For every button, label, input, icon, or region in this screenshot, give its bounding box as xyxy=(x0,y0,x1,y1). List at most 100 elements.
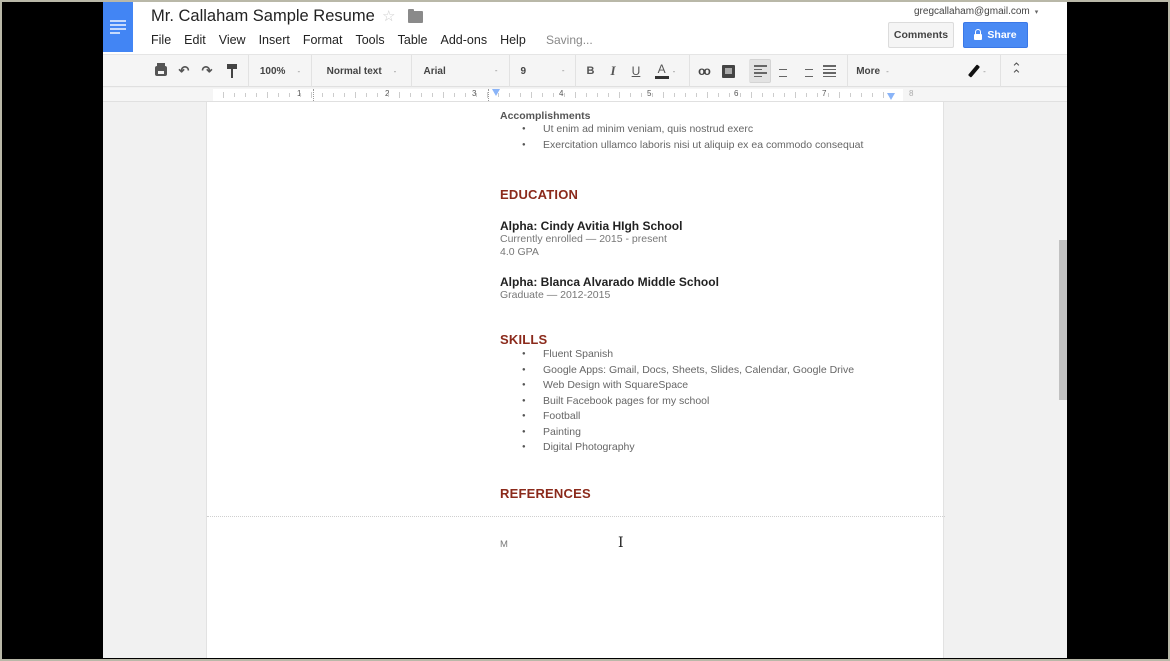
menu-bar: File Edit View Insert Format Tools Table… xyxy=(151,33,539,47)
ruler-tick xyxy=(355,92,356,98)
page-break-divider xyxy=(207,516,945,517)
accomplishments-list: Ut enim ad minim veniam, quis nostrud ex… xyxy=(522,122,920,153)
ruler-tick xyxy=(773,93,774,97)
editing-mode-button[interactable]: - xyxy=(961,55,997,87)
typed-text[interactable]: M xyxy=(500,539,920,550)
align-left-button[interactable] xyxy=(749,59,771,83)
column-divider[interactable] xyxy=(488,89,490,101)
header: Mr. Callaham Sample Resume ☆ File Edit V… xyxy=(103,2,1067,54)
ruler-tick xyxy=(322,93,323,97)
menu-add-ons[interactable]: Add-ons xyxy=(441,33,488,47)
list-item: Ut enim ad minim veniam, quis nostrud ex… xyxy=(522,122,920,138)
text-color-button[interactable]: A - xyxy=(649,55,681,87)
underline-button[interactable]: U xyxy=(626,55,646,87)
ruler-tick xyxy=(619,92,620,98)
menu-edit[interactable]: Edit xyxy=(184,33,206,47)
text-cursor-icon: I xyxy=(618,535,624,551)
document-content[interactable]: Accomplishments Ut enim ad minim veniam,… xyxy=(500,102,920,550)
ruler-tick xyxy=(828,93,829,97)
insert-link-button[interactable]: oo xyxy=(689,55,717,87)
list-item: Football xyxy=(522,409,920,425)
ruler-tick xyxy=(575,92,576,98)
ruler-tick xyxy=(663,92,664,98)
link-icon: oo xyxy=(698,64,711,78)
paint-format-button[interactable] xyxy=(224,55,240,87)
document-page[interactable]: Accomplishments Ut enim ad minim veniam,… xyxy=(206,102,945,658)
scrollbar-thumb[interactable] xyxy=(1059,240,1067,400)
bold-button[interactable]: B xyxy=(575,55,605,87)
menu-format[interactable]: Format xyxy=(303,33,343,47)
account-menu[interactable]: gregcallaham@gmail.com ▾ xyxy=(914,6,1038,17)
ruler-track[interactable]: 1 2 3 4 5 6 7 8 xyxy=(213,89,913,101)
ruler-tick xyxy=(608,93,609,97)
right-indent-marker[interactable] xyxy=(887,93,895,100)
comments-button[interactable]: Comments xyxy=(888,22,954,48)
share-label: Share xyxy=(987,29,1017,41)
menu-tools[interactable]: Tools xyxy=(355,33,384,47)
insert-comment-button[interactable] xyxy=(717,55,739,87)
justify-button[interactable] xyxy=(818,55,840,87)
list-item: Built Facebook pages for my school xyxy=(522,394,920,410)
ruler-tick xyxy=(344,93,345,97)
ruler-tick xyxy=(707,92,708,98)
font-value: Arial xyxy=(423,65,446,77)
style-select[interactable]: Normal text - xyxy=(311,55,411,87)
ruler[interactable]: 1 2 3 4 5 6 7 8 xyxy=(103,88,1067,102)
align-center-button[interactable] xyxy=(772,55,794,87)
ruler-number: 7 xyxy=(822,89,827,98)
font-size-select[interactable]: 9- xyxy=(509,55,575,87)
ruler-tick xyxy=(817,93,818,97)
ruler-tick xyxy=(861,93,862,97)
ruler-tick xyxy=(399,92,400,98)
paint-format-icon xyxy=(227,64,237,78)
ruler-tick xyxy=(300,93,301,97)
redo-button[interactable]: ↷ xyxy=(198,55,216,87)
ruler-tick xyxy=(388,93,389,97)
folder-icon[interactable] xyxy=(408,9,423,23)
ruler-tick xyxy=(487,92,488,98)
comment-icon xyxy=(721,64,735,78)
italic-button[interactable]: I xyxy=(603,55,623,87)
undo-icon: ↶ xyxy=(178,63,190,78)
ruler-tick xyxy=(267,92,268,98)
chevron-down-icon: - xyxy=(886,66,889,76)
ruler-tick xyxy=(883,92,884,98)
docs-home-icon[interactable] xyxy=(103,2,133,52)
menu-help[interactable]: Help xyxy=(500,33,526,47)
more-button[interactable]: More - xyxy=(847,55,897,87)
ruler-tick xyxy=(762,93,763,97)
ruler-tick xyxy=(311,92,312,98)
font-select[interactable]: Arial - xyxy=(411,55,509,87)
list-item: Digital Photography xyxy=(522,440,920,456)
school-name: Alpha: Blanca Alvarado Middle School xyxy=(500,275,719,289)
school-name: Alpha: Cindy Avitia HIgh School xyxy=(500,219,683,233)
ruler-tick xyxy=(674,93,675,97)
align-right-button[interactable] xyxy=(795,55,817,87)
ruler-tick xyxy=(729,93,730,97)
menu-view[interactable]: View xyxy=(219,33,246,47)
ruler-tick xyxy=(806,93,807,97)
chevron-down-icon: - xyxy=(983,66,986,76)
star-icon[interactable]: ☆ xyxy=(382,7,395,25)
share-button[interactable]: Share xyxy=(963,22,1028,48)
account-caret-icon: ▾ xyxy=(1034,9,1039,16)
ruler-tick xyxy=(641,93,642,97)
collapse-menus-button[interactable]: ⌃ ⌃ xyxy=(1000,55,1032,87)
list-item: Painting xyxy=(522,425,920,441)
menu-file[interactable]: File xyxy=(151,33,171,47)
ruler-tick xyxy=(520,93,521,97)
skills-heading: SKILLS xyxy=(500,332,548,347)
ruler-tick xyxy=(751,92,752,98)
column-divider[interactable] xyxy=(313,89,315,101)
menu-table[interactable]: Table xyxy=(398,33,428,47)
ruler-tick xyxy=(652,93,653,97)
zoom-select[interactable]: 100% - xyxy=(248,55,311,87)
print-button[interactable] xyxy=(152,55,170,87)
ruler-tick xyxy=(586,93,587,97)
document-title[interactable]: Mr. Callaham Sample Resume xyxy=(151,7,375,26)
undo-button[interactable]: ↶ xyxy=(175,55,193,87)
ruler-tick xyxy=(432,93,433,97)
ruler-tick xyxy=(333,93,334,97)
save-status: Saving... xyxy=(546,33,593,47)
menu-insert[interactable]: Insert xyxy=(259,33,290,47)
